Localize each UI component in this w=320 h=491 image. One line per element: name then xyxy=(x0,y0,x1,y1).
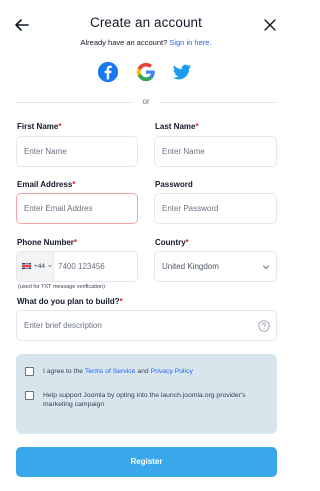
required-mark: * xyxy=(58,122,62,131)
first-name-placeholder: Enter Name xyxy=(24,147,67,156)
phone-label-text: Phone Number xyxy=(17,238,74,247)
country-code: +44 xyxy=(34,263,46,270)
signin-link[interactable]: Sign in here. xyxy=(169,38,211,47)
required-mark: * xyxy=(73,238,78,247)
page-title: Create an account xyxy=(89,15,203,30)
email-field[interactable]: Enter Email Addres xyxy=(16,193,138,224)
consent-panel: I agree to the Terms of Service and Priv… xyxy=(16,354,277,434)
last-name-field[interactable]: Enter Name xyxy=(154,136,277,167)
close-icon[interactable] xyxy=(262,17,278,33)
terms-and: and xyxy=(137,368,149,375)
facebook-icon[interactable] xyxy=(97,61,119,83)
first-name-field[interactable]: Enter Name xyxy=(16,136,138,167)
required-mark: * xyxy=(185,238,189,247)
required-mark: * xyxy=(195,122,199,131)
email-placeholder: Enter Email Addres xyxy=(24,204,93,213)
country-label-text: Country xyxy=(155,238,186,247)
terms-of-service-link[interactable]: Terms of Service xyxy=(85,368,136,375)
terms-prefix: I agree to the xyxy=(43,368,84,375)
phone-field[interactable]: +44 7400 123456 xyxy=(16,251,138,282)
country-select[interactable]: United Kingdom xyxy=(154,251,277,282)
phone-hint: (used for TXT message verification) xyxy=(18,284,105,290)
plan-label-text: What do you plan to build? xyxy=(17,297,120,306)
plan-placeholder: Enter brief description xyxy=(24,321,102,330)
signin-prompt-text: Already have an account? xyxy=(80,38,168,47)
chevron-down-icon xyxy=(263,265,269,270)
phone-label: Phone Number* xyxy=(17,238,77,247)
password-field[interactable]: Enter Password xyxy=(154,193,277,224)
google-icon[interactable] xyxy=(135,61,157,83)
signin-prompt: Already have an account? Sign in here. xyxy=(0,38,292,47)
plan-field[interactable]: Enter brief description xyxy=(16,310,277,341)
required-mark: * xyxy=(72,180,76,189)
twitter-icon[interactable] xyxy=(171,61,193,83)
phone-placeholder: 7400 123456 xyxy=(58,262,105,271)
privacy-policy-link[interactable]: Privacy Policy xyxy=(151,368,193,375)
country-label: Country* xyxy=(155,238,189,247)
last-name-label-text: Last Name xyxy=(155,122,196,131)
plan-label: What do you plan to build?* xyxy=(17,297,123,306)
country-code-selector[interactable]: +44 xyxy=(17,252,54,281)
required-mark: * xyxy=(119,297,123,306)
terms-checkbox[interactable] xyxy=(25,367,34,376)
social-login xyxy=(0,61,292,85)
email-label: Email Address* xyxy=(17,180,75,189)
or-divider: or xyxy=(16,97,276,106)
country-value: United Kingdom xyxy=(162,262,219,271)
first-name-label-text: First Name xyxy=(17,122,59,131)
divider-line-right xyxy=(160,102,276,103)
terms-text: I agree to the Terms of Service and Priv… xyxy=(43,367,273,376)
chevron-down-icon xyxy=(48,264,52,268)
email-label-text: Email Address xyxy=(17,180,73,189)
register-button[interactable]: Register xyxy=(16,447,277,477)
last-name-placeholder: Enter Name xyxy=(162,147,205,156)
first-name-label: First Name* xyxy=(17,122,61,131)
marketing-checkbox[interactable] xyxy=(25,391,34,400)
last-name-label: Last Name* xyxy=(155,122,199,131)
password-label: Password xyxy=(155,180,193,189)
help-icon[interactable] xyxy=(258,320,270,332)
uk-flag-icon xyxy=(22,263,31,269)
password-placeholder: Enter Password xyxy=(162,204,219,213)
password-label-text: Password xyxy=(155,180,193,189)
marketing-text: Help support Joomla by opting into the l… xyxy=(43,392,246,408)
